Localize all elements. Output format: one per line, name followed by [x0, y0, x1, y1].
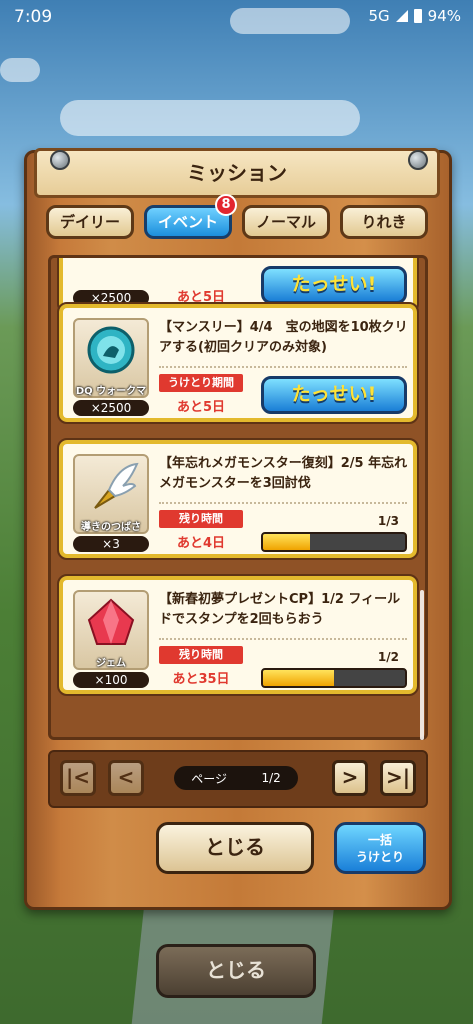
mission-card: DQ ウォークマイレージ ×2500 【マンスリー】4/4 宝の地図を10枚クリ… — [57, 302, 419, 424]
progress-fill — [263, 670, 334, 686]
network-label: 5G — [368, 7, 390, 25]
page-value: 1/2 — [261, 771, 281, 785]
achieved-button[interactable]: たっせい! — [261, 266, 407, 304]
divider — [159, 502, 407, 504]
progress-count: 1/3 — [377, 514, 399, 528]
pin-icon — [408, 150, 428, 170]
cloud — [60, 100, 360, 136]
cloud — [0, 58, 40, 82]
divider — [159, 366, 407, 368]
mission-card: ジェム ×100 【新春初夢プレゼントCP】1/2 フィールドでスタンプを2回も… — [57, 574, 419, 696]
mission-list[interactable]: ×2500 あと5日 たっせい! DQ ウォークマイレージ ×2500 【マンス… — [48, 255, 428, 740]
reward-quantity: ×2500 — [73, 400, 149, 416]
status-time: 7:09 — [14, 7, 53, 27]
mission-description: 【マンスリー】4/4 宝の地図を10枚クリアする(初回クリアのみ対象) — [159, 320, 408, 355]
reward-quantity: ×3 — [73, 536, 149, 552]
pin-icon — [50, 150, 70, 170]
battery-icon — [413, 9, 422, 23]
window-title: ミッション — [34, 148, 440, 198]
progress-fill — [263, 534, 310, 550]
time-label: 残り時間 — [159, 646, 243, 664]
page-indicator: ページ 1/2 — [174, 766, 298, 790]
claim-all-label-bottom: うけとり — [355, 850, 404, 864]
notification-badge: 8 — [215, 194, 237, 216]
battery-level: 94% — [427, 7, 461, 25]
progress-bar — [261, 532, 407, 552]
tab-history[interactable]: りれき — [340, 205, 428, 239]
progress-bar — [261, 668, 407, 688]
signal-icon — [395, 10, 408, 22]
status-indicators: 5G 94% — [368, 7, 461, 25]
claim-all-label-top: 一括 — [367, 833, 392, 847]
reward-name: ジェム — [96, 658, 126, 669]
tab-label: りれき — [361, 213, 407, 231]
reward-name: 導きのつばさ — [81, 522, 141, 533]
progress-count: 1/2 — [377, 650, 399, 664]
mission-card: 導きのつばさ ×3 【年忘れメガモンスター復刻】2/5 年忘れメガモンスターを3… — [57, 438, 419, 560]
cloud — [230, 8, 350, 34]
tab-daily[interactable]: デイリー — [46, 205, 134, 239]
first-page-button[interactable]: |< — [60, 760, 96, 796]
gem-icon — [87, 598, 135, 645]
pager: |< < ページ 1/2 > >| — [48, 750, 428, 808]
time-label: 残り時間 — [159, 510, 243, 528]
prev-page-button[interactable]: < — [108, 760, 144, 796]
time-remaining: あと35日 — [172, 672, 230, 687]
scrollbar[interactable] — [420, 590, 424, 740]
tab-label: デイリー — [59, 213, 120, 231]
tab-event[interactable]: イベント 8 — [144, 194, 237, 239]
outer-close-button[interactable]: とじる — [156, 944, 316, 998]
divider — [159, 638, 407, 640]
tab-normal[interactable]: ノーマル — [242, 205, 330, 239]
time-remaining: あと4日 — [176, 536, 226, 551]
time-label: うけとり期間 — [159, 374, 243, 392]
tab-label: ノーマル — [255, 213, 316, 231]
page-label: ページ — [191, 771, 227, 786]
wing-icon — [94, 462, 139, 509]
mission-description: 【年忘れメガモンスター復刻】2/5 年忘れメガモンスターを3回討伐 — [159, 456, 408, 491]
mileage-medal-icon — [87, 326, 135, 374]
close-button[interactable]: とじる — [156, 822, 314, 874]
mission-description: 【新春初夢プレゼントCP】1/2 フィールドでスタンプを2回もらおう — [159, 592, 401, 627]
claim-all-button[interactable]: 一括 うけとり — [334, 822, 426, 874]
time-remaining: あと5日 — [176, 290, 226, 305]
last-page-button[interactable]: >| — [380, 760, 416, 796]
next-page-button[interactable]: > — [332, 760, 368, 796]
reward-quantity: ×100 — [73, 672, 149, 688]
tab-label: イベント — [157, 213, 218, 231]
time-remaining: あと5日 — [176, 400, 226, 415]
achieved-button[interactable]: たっせい! — [261, 376, 407, 414]
